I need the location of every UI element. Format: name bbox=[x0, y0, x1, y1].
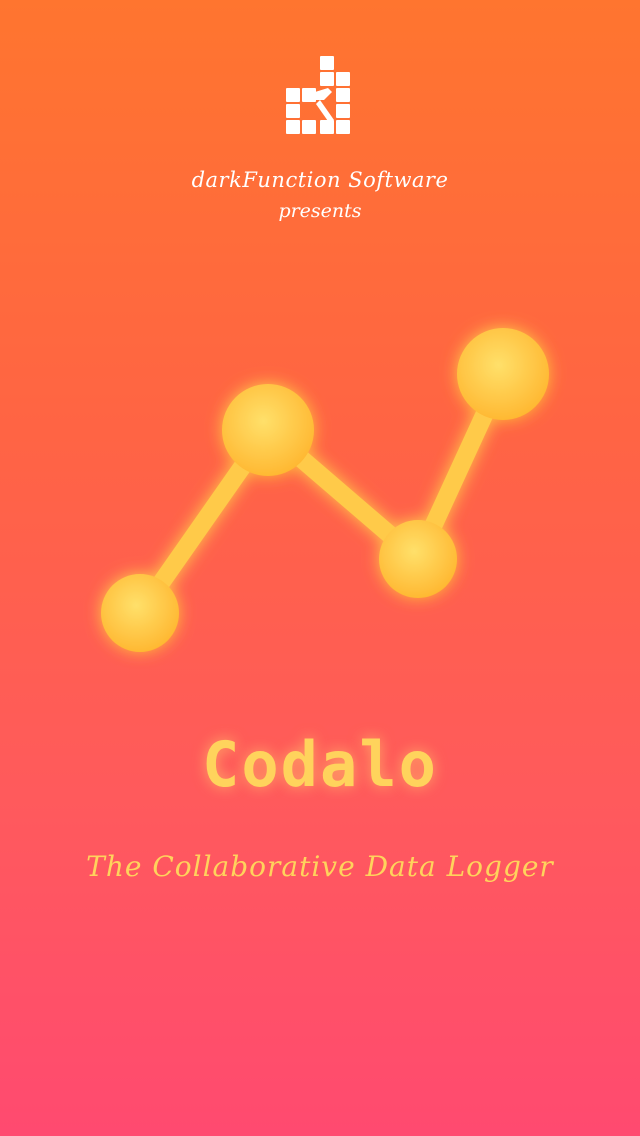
graph-node-4 bbox=[457, 328, 549, 420]
graph-node-1 bbox=[101, 574, 179, 652]
app-tagline: The Collaborative Data Logger bbox=[86, 850, 554, 883]
brand-header: darkFunction Software presents bbox=[0, 56, 640, 228]
line-graph-icon bbox=[101, 328, 549, 652]
app-title: Codalo bbox=[202, 728, 438, 801]
presents-text: presents bbox=[278, 200, 362, 222]
graph-node-3 bbox=[379, 520, 457, 598]
graph-node-2 bbox=[222, 384, 314, 476]
company-name: darkFunction Software bbox=[191, 168, 449, 192]
grid-hammer-logo-icon bbox=[284, 56, 356, 144]
